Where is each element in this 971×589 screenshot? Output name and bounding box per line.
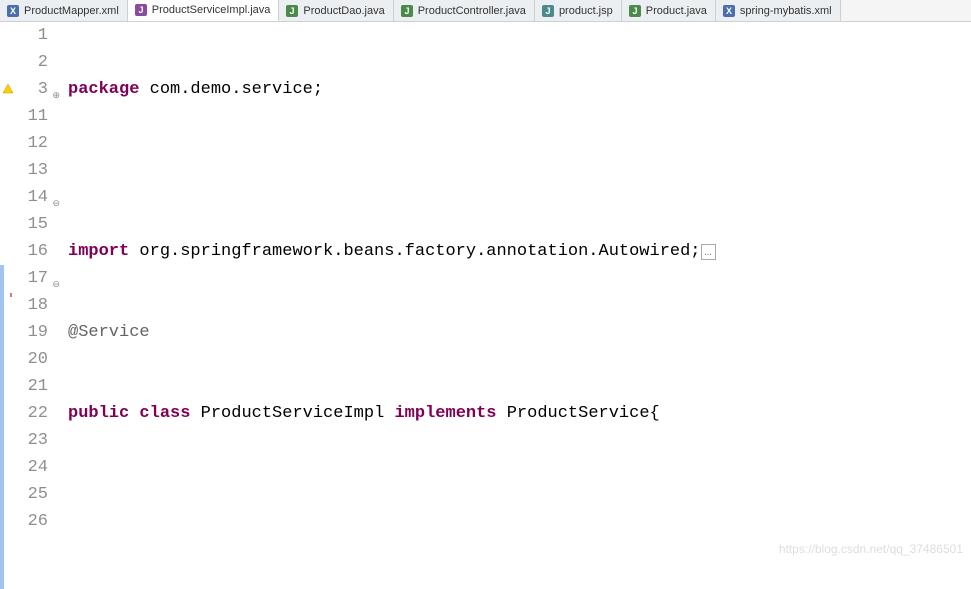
tab-product[interactable]: J Product.java [622, 0, 716, 21]
line-number: 14⊖ [16, 184, 48, 211]
code-line: import org.springframework.beans.factory… [68, 238, 971, 265]
tab-label: Product.java [646, 5, 707, 17]
java-file-icon: J [628, 4, 642, 18]
line-number: 17⊖ [16, 265, 48, 292]
svg-text:X: X [726, 6, 732, 16]
line-number: 23 [16, 427, 48, 454]
warning-marker-icon[interactable] [2, 82, 14, 94]
line-number-gutter: 1 2 3⊕ 11 12 13 14⊖ 15 16 17⊖ 18 19 20 2… [16, 22, 54, 560]
line-number: 15 [16, 211, 48, 238]
tab-label: ProductDao.java [303, 5, 384, 17]
code-line: package com.demo.service; [68, 76, 971, 103]
editor-tab-bar: X ProductMapper.xml J ProductServiceImpl… [0, 0, 971, 22]
svg-text:J: J [290, 6, 295, 16]
line-number: 2 [16, 49, 48, 76]
java-file-icon: J [400, 4, 414, 18]
code-line [68, 157, 971, 184]
jsp-file-icon: J [541, 4, 555, 18]
fold-collapse-icon[interactable]: ⊖ [50, 191, 60, 201]
tab-label: ProductMapper.xml [24, 5, 119, 17]
svg-text:X: X [10, 6, 16, 16]
tab-label: ProductServiceImpl.java [152, 4, 271, 16]
svg-text:J: J [138, 5, 143, 15]
line-number: 22 [16, 400, 48, 427]
line-number: 3⊕ [16, 76, 48, 103]
line-number: 18 [16, 292, 48, 319]
code-editor[interactable]: package com.demo.service; import org.spr… [54, 22, 971, 560]
fold-expand-icon[interactable]: ⊕ [50, 83, 60, 93]
code-line: @Service [68, 319, 971, 346]
change-marker [0, 265, 4, 589]
xml-file-icon: X [722, 4, 736, 18]
line-number: 19 [16, 319, 48, 346]
tab-springmybatis[interactable]: X spring-mybatis.xml [716, 0, 841, 21]
folded-imports-icon[interactable]: … [701, 244, 716, 260]
tab-productserviceimpl[interactable]: J ProductServiceImpl.java [128, 0, 280, 21]
watermark-text: https://blog.csdn.net/qq_37486501 [779, 542, 963, 556]
java-file-icon: J [285, 4, 299, 18]
line-number: 13 [16, 157, 48, 184]
line-number: 12 [16, 130, 48, 157]
marker-ruler [0, 22, 16, 560]
code-line [68, 481, 971, 508]
tab-label: product.jsp [559, 5, 613, 17]
code-line: public class ProductServiceImpl implemen… [68, 400, 971, 427]
line-number: 25 [16, 481, 48, 508]
editor-area: 1 2 3⊕ 11 12 13 14⊖ 15 16 17⊖ 18 19 20 2… [0, 22, 971, 560]
error-marker [10, 293, 12, 297]
line-number: 20 [16, 346, 48, 373]
line-number: 16 [16, 238, 48, 265]
tab-productmapper[interactable]: X ProductMapper.xml [0, 0, 128, 21]
svg-text:J: J [404, 6, 409, 16]
tab-productdao[interactable]: J ProductDao.java [279, 0, 393, 21]
line-number: 21 [16, 373, 48, 400]
line-number: 24 [16, 454, 48, 481]
tab-productjsp[interactable]: J product.jsp [535, 0, 622, 21]
svg-text:J: J [632, 6, 637, 16]
xml-file-icon: X [6, 4, 20, 18]
svg-text:J: J [545, 6, 550, 16]
line-number: 26 [16, 508, 48, 535]
tab-productcontroller[interactable]: J ProductController.java [394, 0, 535, 21]
line-number: 11 [16, 103, 48, 130]
fold-collapse-icon[interactable]: ⊖ [50, 272, 60, 282]
tab-label: ProductController.java [418, 5, 526, 17]
tab-label: spring-mybatis.xml [740, 5, 832, 17]
java-file-icon: J [134, 3, 148, 17]
line-number: 1 [16, 22, 48, 49]
